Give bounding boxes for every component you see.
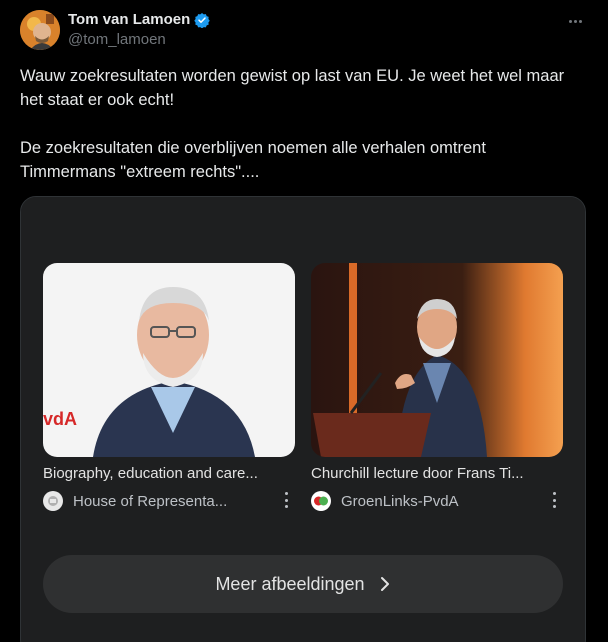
groenlinks-pvda-logo-icon <box>311 491 331 511</box>
image-result-source[interactable]: House of Representa... <box>43 490 295 512</box>
image-result-title[interactable]: Churchill lecture door Frans Ti... <box>311 465 563 482</box>
more-dot-icon <box>573 19 577 23</box>
image-result-title[interactable]: Biography, education and care... <box>43 465 295 482</box>
verified-badge-icon[interactable] <box>194 12 210 28</box>
source-name: GroenLinks-PvdA <box>341 492 459 510</box>
author-display-name[interactable]: Tom van Lamoen <box>68 11 190 28</box>
more-dot-icon <box>568 19 572 23</box>
image-result-thumbnail[interactable] <box>311 263 563 457</box>
tweet-paragraph: De zoekresultaten die overblijven noemen… <box>20 139 486 181</box>
more-images-button[interactable]: Meer afbeeldingen <box>43 555 563 613</box>
image-result-card[interactable]: vdA Biography, education and care... Hou… <box>43 263 295 512</box>
avatar[interactable] <box>20 10 60 50</box>
source-favicon-icon <box>43 491 63 511</box>
tweet-header: Tom van Lamoen @tom_lamoen <box>20 10 590 52</box>
tweet-paragraph: Wauw zoekresultaten worden gewist op las… <box>20 67 565 109</box>
more-options-button[interactable] <box>564 12 586 30</box>
more-vert-icon[interactable] <box>283 492 289 508</box>
image-result-card[interactable]: Churchill lecture door Frans Ti... Groen… <box>311 263 563 512</box>
source-name: House of Representa... <box>73 492 228 510</box>
more-dot-icon <box>578 19 582 23</box>
author-handle[interactable]: @tom_lamoen <box>68 31 210 48</box>
tweet-text: Wauw zoekresultaten worden gewist op las… <box>20 64 580 208</box>
more-images-label: Meer afbeeldingen <box>215 573 365 594</box>
embed-top-strip <box>21 197 585 263</box>
image-result-source[interactable]: GroenLinks-PvdA <box>311 490 563 512</box>
user-block: Tom van Lamoen @tom_lamoen <box>68 11 210 48</box>
more-vert-icon[interactable] <box>551 492 557 508</box>
author-name[interactable]: Tom van Lamoen <box>68 11 210 28</box>
embedded-screenshot[interactable]: vdA Biography, education and care... Hou… <box>20 196 586 642</box>
chevron-right-icon <box>379 576 391 592</box>
image-overlay-text: vdA <box>43 409 78 429</box>
image-result-thumbnail[interactable]: vdA <box>43 263 295 457</box>
